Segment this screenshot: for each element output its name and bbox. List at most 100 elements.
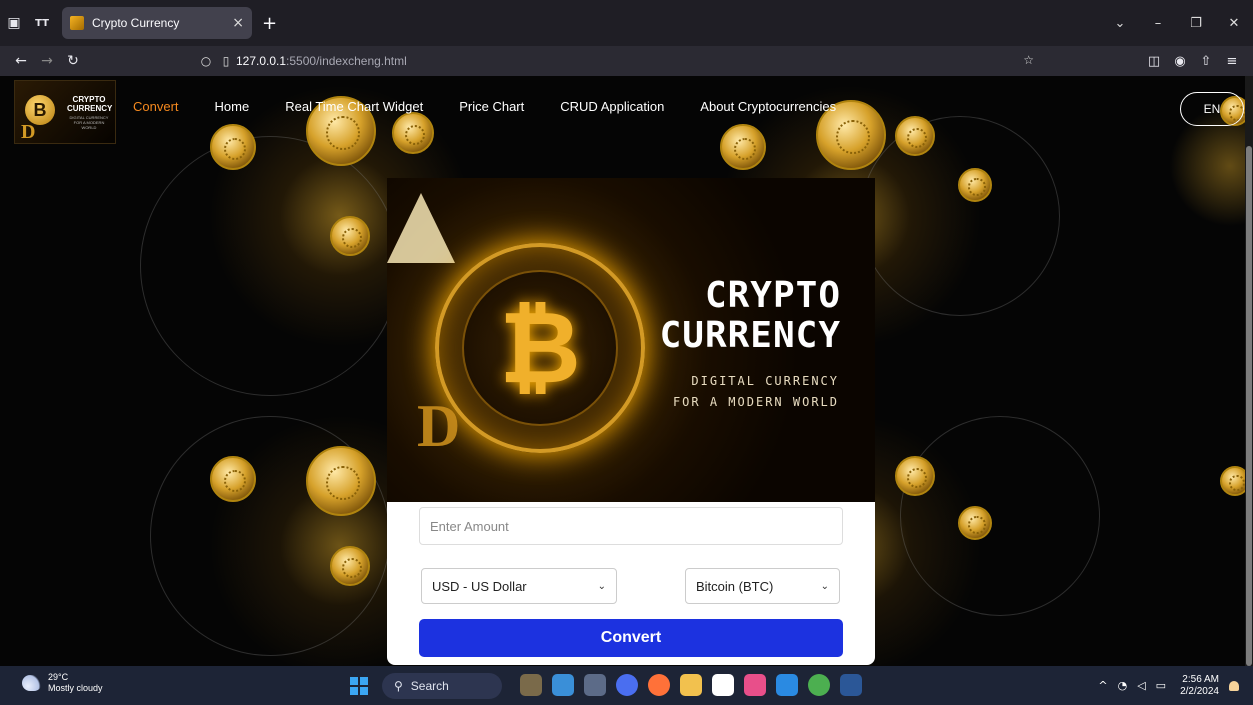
new-tab-icon[interactable]: + [262,13,277,34]
tab-list-icon[interactable]: ▣ [0,15,28,31]
meet-app-icon[interactable] [616,674,638,696]
page-scrollbar[interactable] [1245,76,1253,666]
menu-item-about-cryptocurrencies[interactable]: About Cryptocurrencies [700,99,836,114]
temperature: 29°C [48,672,69,682]
clock[interactable]: 2:56 AM 2/2/2024 [1180,674,1219,698]
clock-date: 2/2/2024 [1180,685,1219,697]
menu-item-home[interactable]: Home [215,99,250,114]
list-all-tabs-icon[interactable]: ⌄ [1101,16,1139,31]
xampp-icon[interactable] [744,674,766,696]
hero-title-line2: CURRENCY [659,315,841,356]
notification-bell-icon[interactable] [1229,680,1239,691]
weather-condition: Mostly cloudy [48,683,103,693]
from-currency-select[interactable]: USD - US Dollar ⌄ [421,568,617,604]
close-window-icon[interactable]: ✕ [1215,16,1253,31]
circuit-decoration [860,116,1060,316]
to-currency-select[interactable]: Bitcoin (BTC) ⌄ [685,568,840,604]
browser-tab[interactable]: Crypto Currency × [62,7,252,39]
taskbar-search[interactable]: ⚲ Search [382,673,502,699]
menu-item-crud-application[interactable]: CRUD Application [560,99,664,114]
hero-sub-line2: FOR A MODERN WORLD [672,395,839,409]
url-host: 127.0.0.1 [236,54,287,68]
wifi-icon[interactable]: ◔ [1118,679,1128,692]
toolbar-right: ◫ ◉ ⇧ ≡ [1141,46,1245,76]
widget-app-icon[interactable] [520,674,542,696]
circuit-decoration [140,136,400,396]
menu-item-price-chart[interactable]: Price Chart [459,99,524,114]
coin-decoration [958,168,992,202]
coin-decoration [895,116,935,156]
hero-title: CRYPTO CURRENCY [660,276,841,356]
coin-decoration [895,456,935,496]
circuit-decoration [900,416,1100,616]
scrollbar-thumb[interactable] [1246,146,1252,666]
system-tray: ^ ◔ ◁ ▭ 2:56 AM 2/2/2024 [1088,666,1239,705]
forward-icon[interactable]: → [34,53,60,69]
menu-item-convert[interactable]: Convert [133,99,179,114]
back-icon[interactable]: ← [8,53,34,69]
reload-icon[interactable]: ↻ [60,53,86,69]
window-controls: ⌄ – ❐ ✕ [1101,0,1253,46]
volume-icon[interactable]: ◁ [1137,679,1145,692]
favicon-icon [70,16,84,30]
logo-title: CRYPTO CURRENCY [67,95,113,113]
converter-form: USD - US Dollar ⌄ Bitcoin (BTC) ⌄ Conver… [387,502,875,665]
coin-decoration [210,124,256,170]
menu-icon[interactable]: ≡ [1219,54,1245,69]
search-label: Search [410,679,449,693]
site-logo[interactable]: B D CRYPTO CURRENCY DIGITAL CURRENCY FOR… [14,80,116,144]
d-mark-icon: D [417,393,461,459]
task-view-icon[interactable] [584,674,606,696]
vscode-icon[interactable] [776,674,798,696]
url-bar[interactable]: ○ ▯ 127.0.0.1:5500/indexcheng.html ☆ [196,49,1040,73]
windows-start-icon[interactable] [350,677,368,695]
ethereum-icon [387,193,455,263]
coin-decoration [330,546,370,586]
url-path: :5500/indexcheng.html [286,54,407,68]
logo-subtitle: DIGITAL CURRENCY FOR A MODERN WORLD [69,115,109,130]
bitcoin-icon: ₿ [499,289,581,406]
firefox-icon[interactable] [648,674,670,696]
weather-widget[interactable]: 29°C Mostly cloudy [22,671,103,694]
converter-card: ₿ D CRYPTO CURRENCY DIGITAL CURRENCY FOR… [387,178,875,665]
coin-decoration [306,446,376,516]
shield-icon: ○ [200,54,212,68]
tab-title: Crypto Currency [92,16,180,30]
menu-item-real-time-chart-widget[interactable]: Real Time Chart Widget [285,99,423,114]
restore-icon[interactable]: ❐ [1177,16,1215,31]
to-currency-value: Bitcoin (BTC) [696,578,774,594]
close-tab-icon[interactable]: × [232,15,244,31]
d-mark-icon: D [21,121,36,143]
pocket-icon[interactable]: ◫ [1141,54,1167,69]
main-menu: Convert Home Real Time Chart Widget Pric… [133,99,872,114]
hero-subtitle: DIGITAL CURRENCY FOR A MODERN WORLD [673,371,839,413]
extensions-icon[interactable]: ⇧ [1193,54,1219,69]
word-icon[interactable] [840,674,862,696]
page-background: B D CRYPTO CURRENCY DIGITAL CURRENCY FOR… [0,76,1245,666]
store-icon[interactable] [712,674,734,696]
taskbar-apps [520,674,862,696]
extension-icon[interactable]: TT [28,18,56,29]
browser-tab-bar: ▣ TT Crypto Currency × + ⌄ – ❐ ✕ [0,0,1253,46]
clock-time: 2:56 AM [1182,673,1219,685]
chat-app-icon[interactable] [552,674,574,696]
page-icon: ▯ [222,54,230,68]
hero-sub-line1: DIGITAL CURRENCY [691,374,839,388]
minimize-icon[interactable]: – [1139,16,1177,31]
convert-button[interactable]: Convert [419,619,843,657]
bookmark-star-icon[interactable]: ☆ [1023,53,1034,67]
battery-icon[interactable]: ▭ [1156,679,1166,692]
hero-banner: ₿ D CRYPTO CURRENCY DIGITAL CURRENCY FOR… [387,178,875,502]
chrome-icon[interactable] [808,674,830,696]
amount-input[interactable] [419,507,843,545]
file-explorer-icon[interactable] [680,674,702,696]
coin-decoration [958,506,992,540]
hero-title-line1: CRYPTO [704,275,841,316]
language-button[interactable]: EN [1180,92,1244,126]
chevron-up-icon[interactable]: ^ [1098,679,1107,692]
from-currency-value: USD - US Dollar [432,578,527,594]
coin-decoration [330,216,370,256]
account-icon[interactable]: ◉ [1167,54,1193,69]
weather-text: 29°C Mostly cloudy [48,672,103,694]
browser-nav-bar: ← → ↻ ○ ▯ 127.0.0.1:5500/indexcheng.html… [0,46,1253,76]
